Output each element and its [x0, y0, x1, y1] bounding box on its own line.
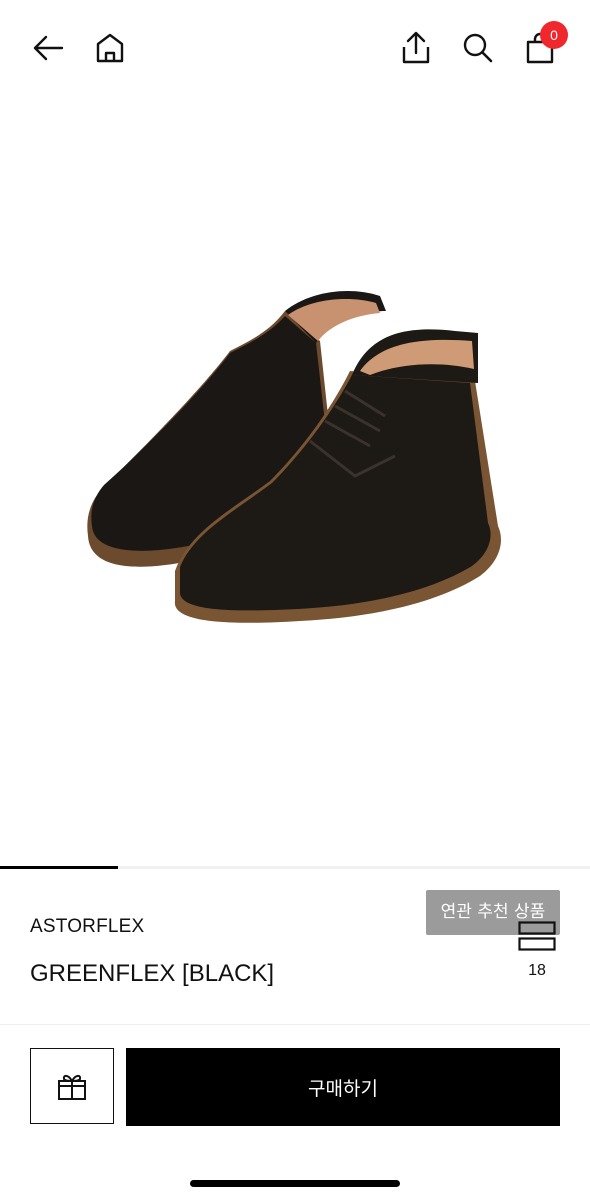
buy-button[interactable]: 구매하기: [126, 1048, 560, 1126]
home-indicator: [190, 1180, 400, 1187]
top-navigation-bar: 0: [0, 0, 590, 96]
product-image-gallery[interactable]: 연관 추천 상품: [0, 96, 590, 935]
share-icon: [402, 31, 430, 64]
like-count: 18: [528, 962, 546, 979]
product-image: [87, 291, 501, 623]
product-title: GREENFLEX [BLACK]: [30, 960, 275, 987]
gallery-progress-bar: [0, 866, 590, 869]
stack-icon[interactable]: [518, 921, 556, 951]
gift-icon: [58, 1074, 86, 1100]
product-brand[interactable]: ASTORFLEX: [30, 916, 144, 938]
search-button[interactable]: [458, 28, 498, 68]
gift-button[interactable]: [30, 1048, 114, 1124]
search-icon: [463, 33, 493, 63]
divider: [0, 1024, 590, 1025]
back-arrow-icon: [33, 35, 64, 61]
cart-count-badge: 0: [540, 21, 568, 49]
share-button[interactable]: [396, 28, 436, 68]
gallery-progress-fill: [0, 866, 118, 869]
back-button[interactable]: [28, 28, 68, 68]
home-button[interactable]: [90, 28, 130, 68]
home-icon: [96, 33, 124, 63]
